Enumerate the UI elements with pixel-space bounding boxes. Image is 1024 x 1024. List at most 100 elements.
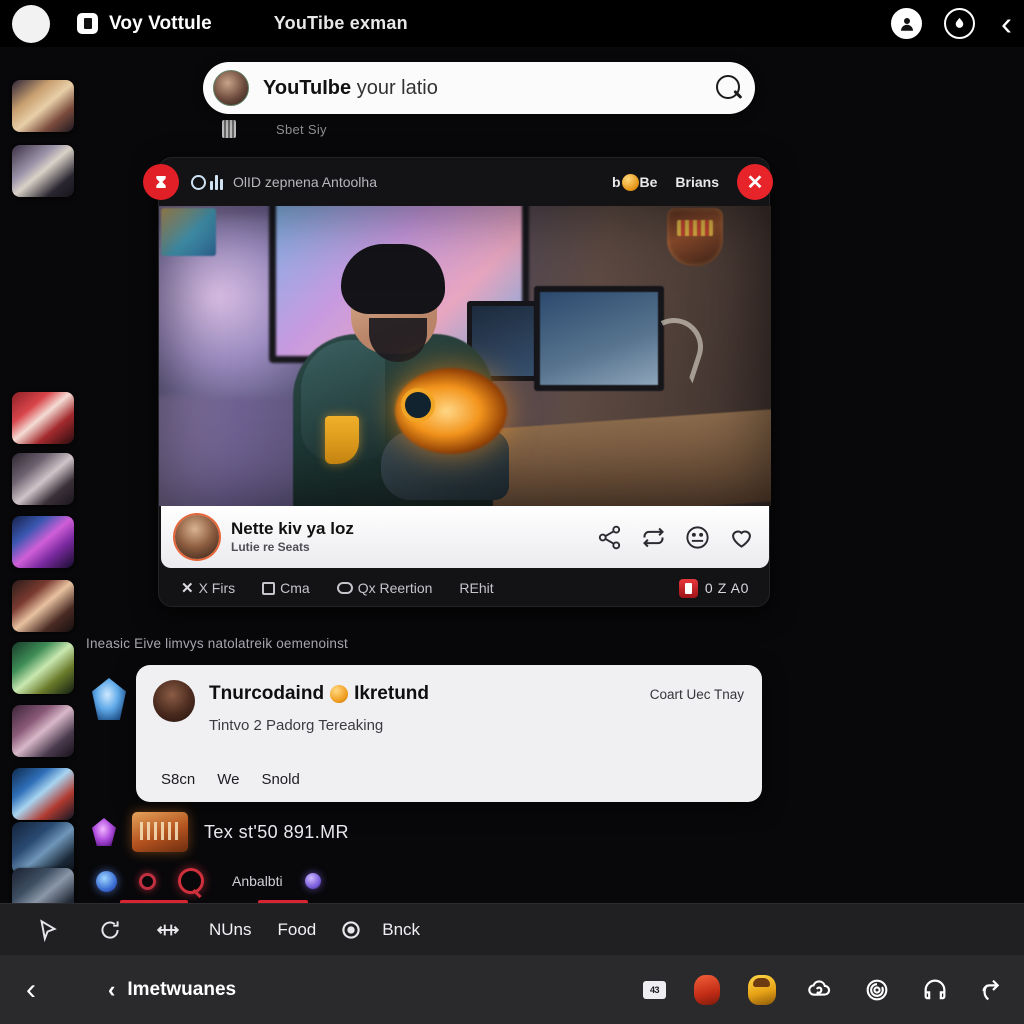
content-card[interactable]: Tnurcodaind Ikretund Tintvo 2 Padorg Ter… (136, 665, 762, 802)
repeat-icon[interactable] (640, 524, 667, 551)
thumb-3[interactable] (12, 392, 74, 444)
avatar[interactable] (175, 515, 219, 559)
footer-item-x[interactable]: ✕ X Firs (181, 579, 235, 597)
video-panel: OlID zepnena Antoolha b Be Brians ✕ Nett… (143, 157, 773, 608)
search-value: YouTuIbe your latio (263, 77, 438, 100)
video-info-strip: Nette kiv ya loz Lutie re Seats (161, 506, 769, 568)
speech-bubble-icon (336, 582, 353, 594)
card-subtitle: Tintvo 2 Padorg Tereaking (209, 717, 384, 734)
camera-swirl-icon[interactable] (862, 976, 892, 1004)
blue-orb-icon[interactable] (96, 870, 117, 892)
x-icon: ✕ (181, 580, 194, 597)
footer-label-1: Cma (280, 580, 310, 596)
tray-row-2: Anbalbti (96, 868, 321, 894)
search-hint-row[interactable]: Sbet Siy (222, 120, 327, 138)
hint-label: Sbet Siy (276, 121, 327, 137)
video-panel-actions: b Be Brians ✕ (612, 164, 773, 200)
card-meta: Coart Uec Tnay (649, 687, 744, 702)
card-tag-0[interactable]: S8cn (161, 771, 195, 788)
red-character-icon[interactable] (694, 974, 720, 1005)
toolbar-item-nuns[interactable]: NUns (209, 920, 252, 940)
tray-row: Tex st'50 891.MR (92, 812, 349, 852)
purple-gem-icon[interactable] (92, 818, 116, 846)
user-avatar-icon (213, 70, 249, 106)
video-panel-title: OlID zepnena Antoolha (233, 174, 377, 190)
bottom-bar: ‹ ‹ Imetwuanes 43 (0, 955, 1024, 1024)
footer-label-2: Qx Reertion (357, 580, 433, 596)
card-tag-2[interactable]: Snold (261, 771, 299, 788)
back-chevron-icon[interactable]: ‹ (1001, 7, 1012, 40)
thumb-9[interactable] (12, 768, 74, 820)
video-player[interactable] (159, 206, 771, 506)
headphone-icon[interactable] (920, 976, 950, 1004)
blue-gem-icon[interactable] (92, 678, 126, 720)
scroll-book-icon[interactable] (132, 812, 188, 852)
refresh-icon[interactable] (95, 917, 125, 943)
keyboard-tile-icon[interactable]: 43 (643, 980, 666, 999)
thumb-7[interactable] (12, 642, 74, 694)
section-label: Ineasic Eive limvys natolatreik oemenoin… (86, 636, 349, 651)
video-title: Nette kiv ya loz (231, 519, 354, 539)
card-title: Tnurcodaind Ikretund (209, 683, 429, 705)
title-bar-actions: ‹ (891, 7, 1024, 40)
hint-icon (222, 120, 236, 138)
red-ring-icon[interactable] (139, 872, 156, 890)
reaction-icon[interactable] (684, 524, 711, 551)
video-footer: ✕ X Firs Cma Qx Reertion REhit 0 Z A0 (159, 568, 771, 608)
footer-label-3: REhit (459, 580, 494, 596)
circle-avatar-icon[interactable] (12, 4, 50, 43)
back-chevron-icon[interactable]: ‹ (26, 974, 36, 1005)
bottom-bar-actions: 43 (643, 974, 1024, 1005)
orange-emoji-icon (621, 173, 639, 191)
app-badge-icon[interactable] (77, 13, 98, 34)
chip-brians[interactable]: Brians (675, 174, 719, 190)
alert-badge-icon (678, 578, 698, 598)
profile-circle-icon[interactable] (891, 8, 922, 39)
share-icon[interactable] (596, 524, 623, 551)
circle-dot-icon[interactable] (336, 917, 366, 943)
yellow-character-icon[interactable] (748, 974, 776, 1005)
orange-emoji-icon (330, 685, 349, 703)
card-title-main: Tnurcodaind (209, 683, 325, 704)
window-subtitle: YouTibe exman (273, 13, 408, 33)
title-bar: Voy Vottule YouTibe exman ‹ (0, 0, 1024, 47)
thumbnail-rail[interactable] (8, 47, 78, 920)
thumb-10[interactable] (12, 822, 74, 874)
thumb-5[interactable] (12, 516, 74, 568)
thumb-8[interactable] (12, 705, 74, 757)
footer-item-reaction[interactable]: Qx Reertion (336, 580, 433, 596)
back-chevron-small-icon[interactable]: ‹ (108, 978, 115, 1001)
thumb-2[interactable] (12, 145, 74, 197)
thumb-6[interactable] (12, 580, 74, 632)
resize-icon[interactable] (153, 917, 183, 943)
footer-item-cma[interactable]: Cma (262, 580, 310, 596)
heart-icon[interactable] (728, 524, 755, 551)
app-title: Voy Vottule (109, 12, 212, 34)
page-title: Imetwuanes (127, 978, 237, 1000)
red-q-icon[interactable] (178, 868, 204, 894)
record-button-icon[interactable] (143, 164, 179, 200)
droplet-circle-icon[interactable] (944, 8, 975, 39)
video-panel-header: OlID zepnena Antoolha b Be Brians ✕ (143, 158, 773, 206)
chip-right-label: Be (639, 174, 658, 190)
cloud-swirl-icon[interactable] (804, 976, 834, 1004)
toolbar-item-bnck[interactable]: Bnck (382, 920, 420, 940)
card-tag-1[interactable]: We (217, 771, 239, 788)
violet-orb-icon[interactable] (304, 873, 321, 889)
close-icon[interactable]: ✕ (737, 164, 773, 200)
footer-count-group: 0 Z A0 (678, 578, 749, 598)
footer-label-0: X Firs (198, 580, 236, 596)
chip-badge[interactable]: b Be (612, 173, 658, 191)
toolbar-item-food[interactable]: Food (278, 920, 317, 940)
video-subtitle: Lutie re Seats (231, 539, 310, 554)
thumb-4[interactable] (12, 453, 74, 505)
user-avatar-icon (153, 680, 195, 722)
thumb-1[interactable] (12, 80, 74, 132)
video-frame-image (159, 206, 771, 506)
search-input[interactable]: YouTuIbe your latio (203, 62, 755, 114)
footer-item-rehit[interactable]: REhit (459, 580, 493, 596)
search-icon[interactable] (713, 73, 743, 103)
share-arrow-icon[interactable] (978, 976, 1008, 1004)
cursor-icon[interactable] (32, 917, 62, 943)
video-info-text: Nette kiv ya loz Lutie re Seats (231, 519, 354, 554)
